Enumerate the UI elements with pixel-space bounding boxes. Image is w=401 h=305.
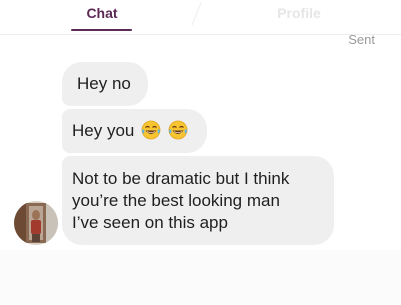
message-text-line: Not to be dramatic but I think <box>72 169 290 188</box>
input-area <box>0 250 401 305</box>
message-text-line: I’ve seen on this app <box>72 213 228 232</box>
message-bubble[interactable]: Not to be dramatic but I think you’re th… <box>62 156 334 245</box>
tab-bar: Chat Profile <box>0 0 401 35</box>
message-bubble[interactable]: Hey you <box>62 109 207 153</box>
avatar[interactable] <box>14 201 58 245</box>
avatar-photo <box>14 201 58 245</box>
tab-divider <box>191 2 202 26</box>
active-tab-indicator <box>71 29 132 31</box>
tab-chat[interactable]: Chat <box>72 5 132 21</box>
tab-profile[interactable]: Profile <box>268 5 330 21</box>
message-text: Hey you <box>72 121 135 140</box>
message-text: Hey no <box>77 74 131 93</box>
sent-status: Sent <box>348 32 375 47</box>
tears-of-joy-emoji-icon <box>168 120 188 140</box>
message-bubble[interactable]: Hey no <box>62 62 148 106</box>
message-text-line: you’re the best looking man <box>72 191 280 210</box>
tears-of-joy-emoji-icon <box>141 120 161 140</box>
